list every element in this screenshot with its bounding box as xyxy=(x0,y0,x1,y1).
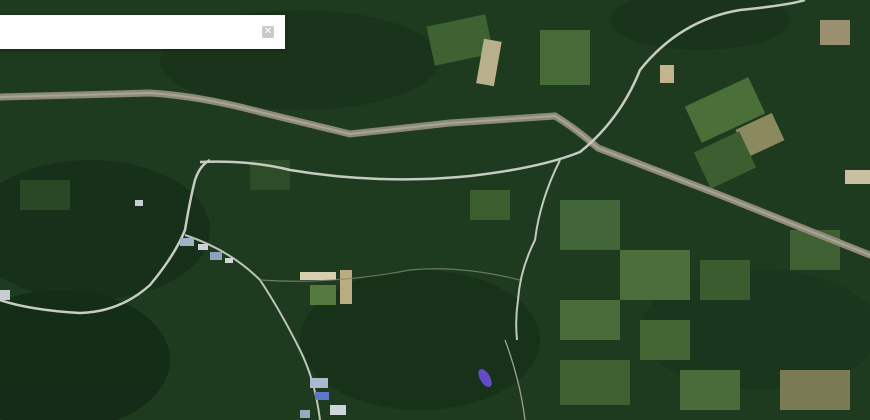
search-input[interactable] xyxy=(0,15,262,49)
search-bar: ✕ xyxy=(0,15,285,49)
close-icon: ✕ xyxy=(263,26,273,37)
satellite-imagery[interactable] xyxy=(0,0,870,420)
clear-search-button[interactable]: ✕ xyxy=(262,26,274,38)
satellite-map[interactable]: ✕ xyxy=(0,0,870,420)
